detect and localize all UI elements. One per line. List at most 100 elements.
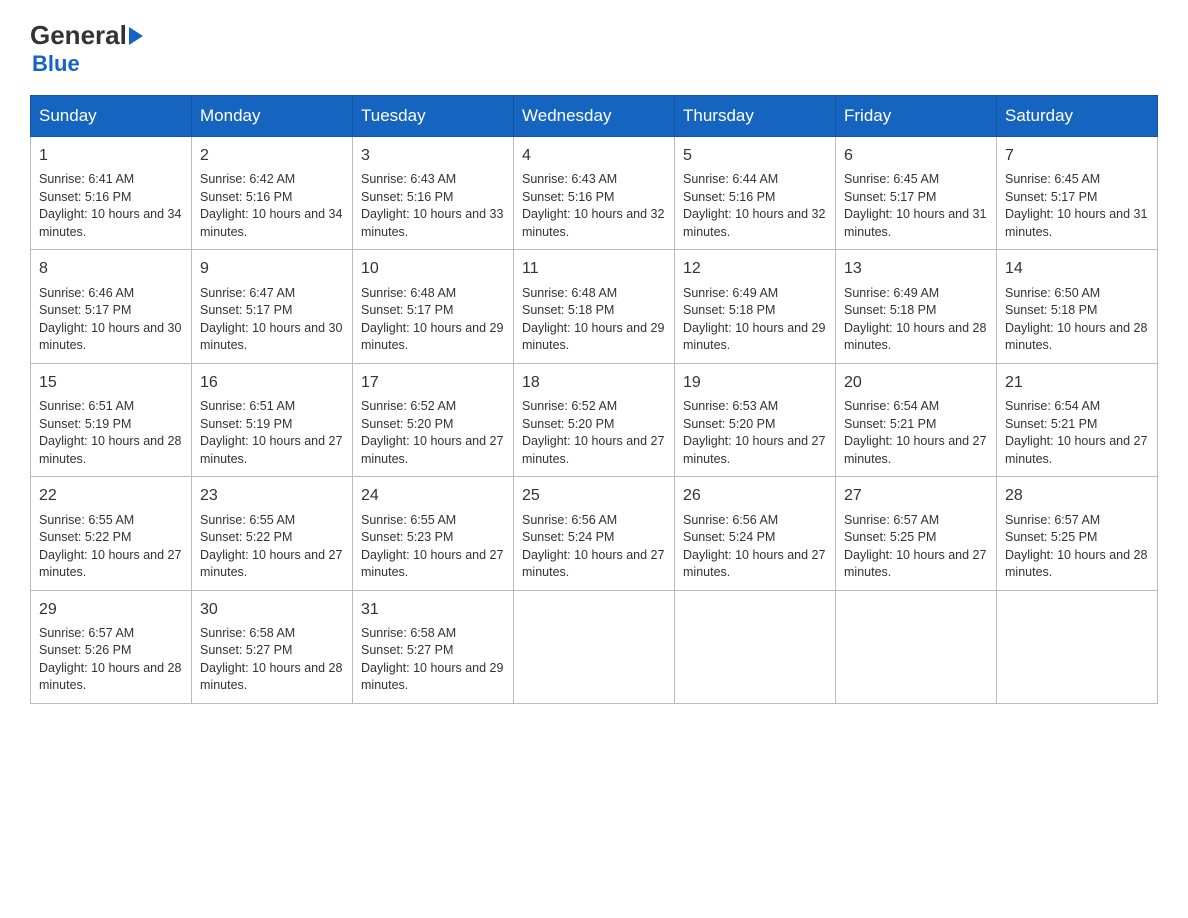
day-cell: 27 Sunrise: 6:57 AMSunset: 5:25 PMDayligh… bbox=[836, 477, 997, 590]
day-number: 2 bbox=[200, 145, 344, 167]
day-number: 17 bbox=[361, 372, 505, 394]
day-cell bbox=[675, 590, 836, 703]
calendar-table: SundayMondayTuesdayWednesdayThursdayFrid… bbox=[30, 95, 1158, 704]
day-number: 9 bbox=[200, 258, 344, 280]
day-cell: 3 Sunrise: 6:43 AMSunset: 5:16 PMDaylight… bbox=[353, 137, 514, 250]
weekday-header-friday: Friday bbox=[836, 96, 997, 137]
day-number: 27 bbox=[844, 485, 988, 507]
day-number: 12 bbox=[683, 258, 827, 280]
day-cell: 7Sunrise: 6:45 AMSunset: 5:17 PMDaylight… bbox=[997, 137, 1158, 250]
weekday-header-sunday: Sunday bbox=[31, 96, 192, 137]
day-number: 10 bbox=[361, 258, 505, 280]
day-detail: Sunrise: 6:51 AMSunset: 5:19 PMDaylight:… bbox=[39, 398, 183, 468]
day-cell: 23 Sunrise: 6:55 AMSunset: 5:22 PMDayligh… bbox=[192, 477, 353, 590]
day-detail: Sunrise: 6:54 AMSunset: 5:21 PMDaylight:… bbox=[844, 398, 988, 468]
day-cell: 13 Sunrise: 6:49 AMSunset: 5:18 PMDayligh… bbox=[836, 250, 997, 363]
day-detail: Sunrise: 6:57 AMSunset: 5:26 PMDaylight:… bbox=[39, 625, 183, 695]
day-detail: Sunrise: 6:56 AMSunset: 5:24 PMDaylight:… bbox=[522, 512, 666, 582]
day-detail: Sunrise: 6:54 AMSunset: 5:21 PMDaylight:… bbox=[1005, 398, 1149, 468]
day-detail: Sunrise: 6:55 AMSunset: 5:23 PMDaylight:… bbox=[361, 512, 505, 582]
day-cell: 16 Sunrise: 6:51 AMSunset: 5:19 PMDayligh… bbox=[192, 363, 353, 476]
day-cell: 29Sunrise: 6:57 AMSunset: 5:26 PMDayligh… bbox=[31, 590, 192, 703]
weekday-header-monday: Monday bbox=[192, 96, 353, 137]
day-detail: Sunrise: 6:55 AMSunset: 5:22 PMDaylight:… bbox=[200, 512, 344, 582]
day-number: 20 bbox=[844, 372, 988, 394]
day-number: 28 bbox=[1005, 485, 1149, 507]
day-number: 22 bbox=[39, 485, 183, 507]
day-cell: 8 Sunrise: 6:46 AMSunset: 5:17 PMDaylight… bbox=[31, 250, 192, 363]
day-detail: Sunrise: 6:56 AMSunset: 5:24 PMDaylight:… bbox=[683, 512, 827, 582]
day-number: 1 bbox=[39, 145, 183, 167]
day-number: 21 bbox=[1005, 372, 1149, 394]
day-cell: 12 Sunrise: 6:49 AMSunset: 5:18 PMDayligh… bbox=[675, 250, 836, 363]
logo-flag-icon bbox=[129, 27, 143, 45]
day-number: 16 bbox=[200, 372, 344, 394]
day-number: 31 bbox=[361, 599, 505, 621]
page-header: General Blue bbox=[30, 20, 1158, 77]
day-cell: 31 Sunrise: 6:58 AMSunset: 5:27 PMDayligh… bbox=[353, 590, 514, 703]
weekday-header-wednesday: Wednesday bbox=[514, 96, 675, 137]
day-cell: 4 Sunrise: 6:43 AMSunset: 5:16 PMDaylight… bbox=[514, 137, 675, 250]
week-row-4: 22 Sunrise: 6:55 AMSunset: 5:22 PMDayligh… bbox=[31, 477, 1158, 590]
day-number: 3 bbox=[361, 145, 505, 167]
day-number: 15 bbox=[39, 372, 183, 394]
day-number: 26 bbox=[683, 485, 827, 507]
day-cell: 11Sunrise: 6:48 AMSunset: 5:18 PMDayligh… bbox=[514, 250, 675, 363]
day-number: 30 bbox=[200, 599, 344, 621]
day-cell: 2 Sunrise: 6:42 AMSunset: 5:16 PMDaylight… bbox=[192, 137, 353, 250]
weekday-header-thursday: Thursday bbox=[675, 96, 836, 137]
day-detail: Sunrise: 6:45 AMSunset: 5:17 PMDaylight:… bbox=[844, 171, 988, 241]
weekday-header-row: SundayMondayTuesdayWednesdayThursdayFrid… bbox=[31, 96, 1158, 137]
day-detail: Sunrise: 6:57 AMSunset: 5:25 PMDaylight:… bbox=[1005, 512, 1149, 582]
day-detail: Sunrise: 6:58 AMSunset: 5:27 PMDaylight:… bbox=[200, 625, 344, 695]
day-detail: Sunrise: 6:51 AMSunset: 5:19 PMDaylight:… bbox=[200, 398, 344, 468]
week-row-5: 29Sunrise: 6:57 AMSunset: 5:26 PMDayligh… bbox=[31, 590, 1158, 703]
day-cell: 14 Sunrise: 6:50 AMSunset: 5:18 PMDayligh… bbox=[997, 250, 1158, 363]
logo: General bbox=[30, 20, 145, 51]
day-detail: Sunrise: 6:53 AMSunset: 5:20 PMDaylight:… bbox=[683, 398, 827, 468]
day-cell: 1Sunrise: 6:41 AMSunset: 5:16 PMDaylight… bbox=[31, 137, 192, 250]
day-detail: Sunrise: 6:43 AMSunset: 5:16 PMDaylight:… bbox=[522, 171, 666, 241]
day-cell: 22 Sunrise: 6:55 AMSunset: 5:22 PMDayligh… bbox=[31, 477, 192, 590]
logo-blue-text: Blue bbox=[32, 51, 80, 77]
day-number: 13 bbox=[844, 258, 988, 280]
day-cell: 24 Sunrise: 6:55 AMSunset: 5:23 PMDayligh… bbox=[353, 477, 514, 590]
day-number: 19 bbox=[683, 372, 827, 394]
day-detail: Sunrise: 6:55 AMSunset: 5:22 PMDaylight:… bbox=[39, 512, 183, 582]
day-cell: 30 Sunrise: 6:58 AMSunset: 5:27 PMDayligh… bbox=[192, 590, 353, 703]
day-cell: 18 Sunrise: 6:52 AMSunset: 5:20 PMDayligh… bbox=[514, 363, 675, 476]
day-number: 25 bbox=[522, 485, 666, 507]
logo-area: General Blue bbox=[30, 20, 145, 77]
day-number: 14 bbox=[1005, 258, 1149, 280]
day-detail: Sunrise: 6:57 AMSunset: 5:25 PMDaylight:… bbox=[844, 512, 988, 582]
day-cell: 17 Sunrise: 6:52 AMSunset: 5:20 PMDayligh… bbox=[353, 363, 514, 476]
day-cell: 28 Sunrise: 6:57 AMSunset: 5:25 PMDayligh… bbox=[997, 477, 1158, 590]
day-detail: Sunrise: 6:50 AMSunset: 5:18 PMDaylight:… bbox=[1005, 285, 1149, 355]
day-cell bbox=[836, 590, 997, 703]
day-number: 24 bbox=[361, 485, 505, 507]
day-detail: Sunrise: 6:58 AMSunset: 5:27 PMDaylight:… bbox=[361, 625, 505, 695]
day-cell: 10 Sunrise: 6:48 AMSunset: 5:17 PMDayligh… bbox=[353, 250, 514, 363]
weekday-header-tuesday: Tuesday bbox=[353, 96, 514, 137]
day-detail: Sunrise: 6:52 AMSunset: 5:20 PMDaylight:… bbox=[361, 398, 505, 468]
day-detail: Sunrise: 6:49 AMSunset: 5:18 PMDaylight:… bbox=[844, 285, 988, 355]
day-number: 6 bbox=[844, 145, 988, 167]
day-number: 5 bbox=[683, 145, 827, 167]
day-detail: Sunrise: 6:48 AMSunset: 5:18 PMDaylight:… bbox=[522, 285, 666, 355]
day-number: 8 bbox=[39, 258, 183, 280]
day-detail: Sunrise: 6:52 AMSunset: 5:20 PMDaylight:… bbox=[522, 398, 666, 468]
day-number: 23 bbox=[200, 485, 344, 507]
weekday-header-saturday: Saturday bbox=[997, 96, 1158, 137]
day-number: 4 bbox=[522, 145, 666, 167]
day-detail: Sunrise: 6:48 AMSunset: 5:17 PMDaylight:… bbox=[361, 285, 505, 355]
day-cell: 9Sunrise: 6:47 AMSunset: 5:17 PMDaylight… bbox=[192, 250, 353, 363]
day-detail: Sunrise: 6:46 AMSunset: 5:17 PMDaylight:… bbox=[39, 285, 183, 355]
day-cell: 6 Sunrise: 6:45 AMSunset: 5:17 PMDaylight… bbox=[836, 137, 997, 250]
day-detail: Sunrise: 6:42 AMSunset: 5:16 PMDaylight:… bbox=[200, 171, 344, 241]
day-cell: 19 Sunrise: 6:53 AMSunset: 5:20 PMDayligh… bbox=[675, 363, 836, 476]
day-number: 18 bbox=[522, 372, 666, 394]
day-detail: Sunrise: 6:49 AMSunset: 5:18 PMDaylight:… bbox=[683, 285, 827, 355]
day-number: 7 bbox=[1005, 145, 1149, 167]
day-detail: Sunrise: 6:43 AMSunset: 5:16 PMDaylight:… bbox=[361, 171, 505, 241]
week-row-3: 15 Sunrise: 6:51 AMSunset: 5:19 PMDayligh… bbox=[31, 363, 1158, 476]
